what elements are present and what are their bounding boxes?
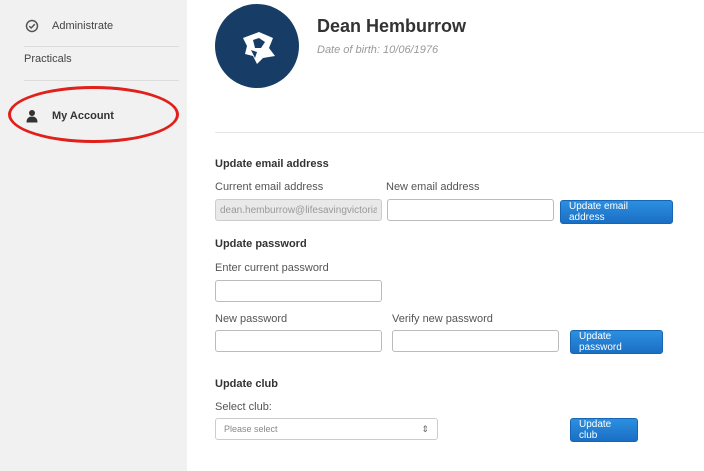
current-email-field xyxy=(215,199,382,221)
divider xyxy=(215,132,704,133)
new-password-field[interactable] xyxy=(215,330,382,352)
select-arrows-icon: ⇕ xyxy=(421,423,429,434)
sidebar: Administrate Practicals My Account xyxy=(0,0,187,471)
update-password-button[interactable]: Update password xyxy=(570,330,663,354)
select-club-label: Select club: xyxy=(215,401,272,413)
avatar xyxy=(215,4,299,88)
new-password-label: New password xyxy=(215,313,288,325)
sidebar-item-label: Administrate xyxy=(52,20,114,32)
update-email-button[interactable]: Update email address xyxy=(560,200,673,224)
check-circle-icon xyxy=(24,18,40,34)
verify-password-field[interactable] xyxy=(392,330,559,352)
current-password-label: Enter current password xyxy=(215,262,329,274)
highlight-annotation xyxy=(8,86,179,143)
update-club-button[interactable]: Update club xyxy=(570,418,638,442)
club-select-value: Please select xyxy=(224,424,278,434)
verify-password-label: Verify new password xyxy=(392,313,493,325)
club-logo-icon xyxy=(243,32,275,64)
date-of-birth: Date of birth: 10/06/1976 xyxy=(317,44,439,56)
sidebar-item-label: Practicals xyxy=(24,53,72,65)
new-email-label: New email address xyxy=(386,181,480,193)
divider xyxy=(24,46,179,47)
new-email-field[interactable] xyxy=(387,199,554,221)
email-section-title: Update email address xyxy=(215,158,329,170)
club-section-title: Update club xyxy=(215,378,278,390)
sidebar-item-practicals[interactable]: Practicals xyxy=(24,53,72,65)
sidebar-item-administrate[interactable]: Administrate xyxy=(24,18,113,34)
divider xyxy=(24,80,179,81)
current-email-label: Current email address xyxy=(215,181,324,193)
profile-name: Dean Hemburrow xyxy=(317,16,467,36)
club-select[interactable]: Please select ⇕ xyxy=(215,418,438,440)
password-section-title: Update password xyxy=(215,238,307,250)
current-password-field[interactable] xyxy=(215,280,382,302)
